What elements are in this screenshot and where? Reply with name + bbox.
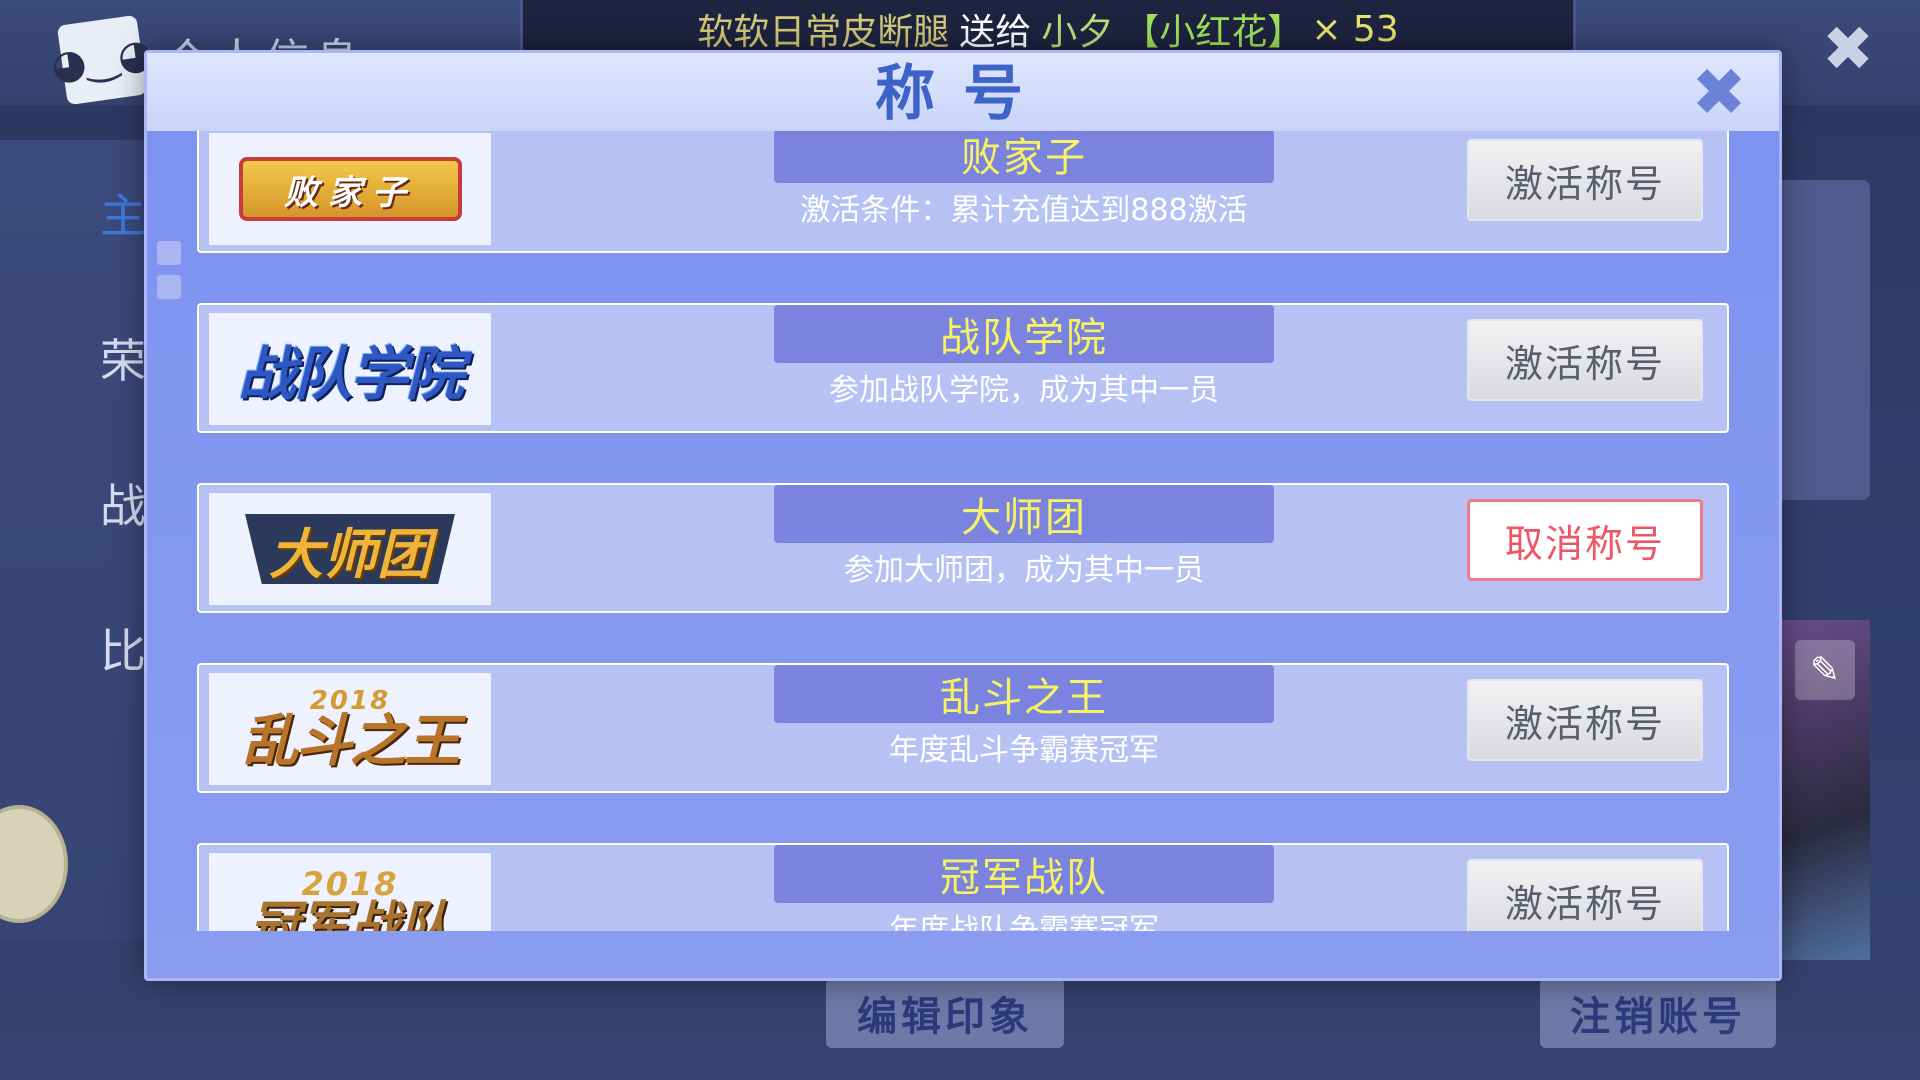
title-logo: 2018 乱斗之王 — [209, 673, 491, 785]
title-logo: 大师团 — [209, 493, 491, 605]
title-logo-art: 2018 冠军战队 — [250, 868, 450, 931]
title-name-badge: 败家子 — [774, 131, 1274, 183]
close-icon[interactable]: ✖ — [1687, 60, 1751, 126]
nav-item-battle[interactable]: 战 — [100, 470, 146, 536]
title-logo-name: 乱斗之王 — [242, 709, 460, 774]
nav-item-honor[interactable]: 荣 — [100, 325, 146, 391]
title-name-badge: 乱斗之王 — [774, 665, 1274, 723]
title-name-badge: 冠军战队 — [774, 845, 1274, 903]
title-modal: 称号 ✖ 败家子 败家子 激活条件：累计充值达到888激活 激活称号 战队学院 … — [144, 50, 1782, 981]
app-mascot-icon: ◕‿◕ — [48, 14, 156, 106]
ticker-sender: 软软日常皮断腿 — [697, 12, 950, 53]
modal-title: 称号 — [875, 59, 1051, 129]
scroll-indicator[interactable] — [157, 241, 185, 309]
title-list[interactable]: 败家子 败家子 激活条件：累计充值达到888激活 激活称号 战队学院 战队学院 … — [197, 131, 1729, 931]
activate-title-button[interactable]: 激活称号 — [1467, 319, 1703, 401]
title-row: 大师团 大师团 参加大师团，成为其中一员 取消称号 — [197, 483, 1729, 613]
title-row: 败家子 败家子 激活条件：累计充值达到888激活 激活称号 — [197, 131, 1729, 253]
title-condition: 参加战队学院，成为其中一员 — [829, 373, 1219, 408]
title-logo-name: 冠军战队 — [250, 896, 450, 931]
activate-title-button[interactable]: 激活称号 — [1467, 859, 1703, 931]
title-name-badge: 战队学院 — [774, 305, 1274, 363]
title-logo-art: 败家子 — [238, 157, 462, 221]
title-logo-art: 大师团 — [245, 514, 455, 584]
title-condition: 年度战队争霸赛冠军 — [889, 913, 1159, 931]
nav-item-match[interactable]: 比 — [100, 615, 146, 681]
title-name-badge: 大师团 — [774, 485, 1274, 543]
title-logo: 战队学院 — [209, 313, 491, 425]
edit-impression-button[interactable]: 编辑印象 — [826, 978, 1064, 1048]
activate-title-button[interactable]: 激活称号 — [1467, 679, 1703, 761]
ticker-verb: 送给 — [959, 12, 1032, 53]
title-logo-art: 2018 乱斗之王 — [242, 688, 460, 774]
title-logo: 败家子 — [209, 133, 491, 245]
cancel-title-button[interactable]: 取消称号 — [1467, 499, 1703, 581]
title-condition: 激活条件：累计充值达到888激活 — [800, 193, 1248, 228]
title-row: 2018 冠军战队 冠军战队 年度战队争霸赛冠军 激活称号 — [197, 843, 1729, 931]
title-row: 战队学院 战队学院 参加战队学院，成为其中一员 激活称号 — [197, 303, 1729, 433]
page-close-icon[interactable]: ✖ — [1822, 18, 1874, 80]
ticker-receiver: 小夕 — [1041, 12, 1114, 53]
ticker-gift-item: 【小红花】 — [1123, 12, 1304, 53]
title-condition: 年度乱斗争霸赛冠军 — [889, 733, 1159, 768]
title-logo-art: 战队学院 — [237, 340, 464, 408]
ticker-gift-count: × 53 — [1311, 8, 1399, 50]
activate-title-button[interactable]: 激活称号 — [1467, 139, 1703, 221]
nav-item-home[interactable]: 主 — [100, 180, 146, 246]
edit-pencil-icon[interactable]: ✎ — [1795, 640, 1855, 700]
logout-account-button[interactable]: 注销账号 — [1540, 978, 1776, 1048]
title-condition: 参加大师团，成为其中一员 — [844, 553, 1204, 588]
title-row: 2018 乱斗之王 乱斗之王 年度乱斗争霸赛冠军 激活称号 — [197, 663, 1729, 793]
title-logo: 2018 冠军战队 — [209, 853, 491, 931]
